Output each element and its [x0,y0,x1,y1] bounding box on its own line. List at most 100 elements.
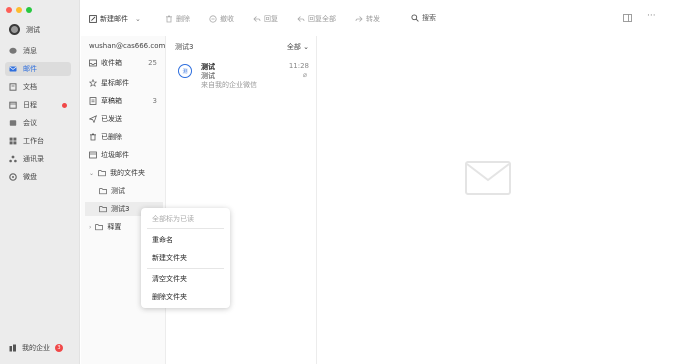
rail-item-contacts[interactable]: 通讯录 [5,152,71,166]
calendar-icon [9,101,17,109]
contacts-icon [9,155,17,163]
doc-icon [9,83,17,91]
avatar[interactable] [9,24,20,35]
menu-divider [147,228,224,229]
menu-rename[interactable]: 重命名 [152,235,173,245]
minimize-window-button[interactable] [16,7,22,13]
rail-item-meeting[interactable]: 会议 [5,116,71,130]
building-icon [9,344,16,352]
reply-label: 回复 [264,15,278,23]
search-placeholder: 搜索 [422,14,436,22]
folder-inbox[interactable]: 收件箱 25 [85,56,163,70]
window-controls [6,7,32,13]
recall-button[interactable]: 撤收 [209,14,234,24]
folder-test[interactable]: 测试 [85,184,163,198]
grid-icon [9,137,17,145]
menu-new-folder[interactable]: 新建文件夹 [152,253,187,263]
rail-item-label: 消息 [23,47,37,55]
folder-sidebar: wushan@cas666.com 收件箱 25 星标邮件 草稿箱 3 已发送 … [81,36,166,364]
menu-divider [147,268,224,269]
rail-item-label: 日程 [23,101,37,109]
zoom-window-button[interactable] [26,7,32,13]
mail-list-header: 测试3 全部 ⌄ [175,42,309,52]
menu-delete-folder[interactable]: 删除文件夹 [152,292,187,302]
recall-label: 撤收 [220,15,234,23]
folder-icon [95,224,104,231]
rail-item-label: 工作台 [23,137,44,145]
layout-toggle-icon[interactable] [623,14,632,24]
forward-button[interactable]: 转发 [355,14,380,24]
attachment-icon: ⌀ [302,71,307,79]
folder-label: 已删除 [101,133,122,141]
reading-pane [318,36,682,364]
folder-starred[interactable]: 星标邮件 [85,76,163,90]
folder-icon [99,188,107,195]
account-email: wushan@cas666.com [89,42,166,50]
chevron-down-icon[interactable]: ⌄ [89,170,94,177]
my-enterprise[interactable]: 我的企业 3 [9,343,63,353]
folder-label: 测试 [111,187,125,195]
compose-button[interactable]: 新建邮件 ⌄ [89,14,141,24]
delete-button[interactable]: 删除 [165,14,190,24]
rail-item-drive[interactable]: 微盘 [5,170,71,184]
reply-button[interactable]: 回复 [253,14,278,24]
rail-item-mail[interactable]: 邮件 [5,62,71,76]
folder-label: 释置 [107,223,122,231]
menu-mark-all-read[interactable]: 全部标为已读 [152,214,194,224]
rail-item-label: 微盘 [23,173,37,181]
reply-all-label: 回复全部 [308,15,336,23]
rail-item-label: 会议 [23,119,37,127]
reply-icon [253,16,261,22]
folder-count: 25 [148,59,157,67]
rail-item-docs[interactable]: 文档 [5,80,71,94]
folder-my-folders[interactable]: ⌄ 我的文件夹 [85,166,163,180]
profile[interactable]: 测试 [9,24,40,35]
enterprise-label: 我的企业 [22,344,50,352]
rail-item-label: 邮件 [23,65,37,73]
folder-title: 测试3 [175,43,194,51]
reply-all-icon [297,16,305,22]
mail-list-item[interactable]: 测 测试 11:28 测试 ⌀ 来自我的企业微信 [175,60,309,96]
rail-item-messages[interactable]: 消息 [5,44,71,58]
inbox-icon [89,59,97,67]
profile-name: 测试 [26,25,40,34]
calendar-notification-dot [62,103,67,108]
search-input[interactable]: 搜索 [411,12,503,24]
rail-item-workbench[interactable]: 工作台 [5,134,71,148]
folder-drafts[interactable]: 草稿箱 3 [85,94,163,108]
folder-label: 收件箱 [101,59,122,67]
app-rail: 测试 消息 邮件 文档 日程 会议 工作台 通讯录 微盘 我的企业 3 [0,0,80,364]
enterprise-badge: 3 [55,344,63,352]
more-options-icon[interactable]: ··· [647,11,656,21]
compose-icon [89,15,97,23]
folder-label: 草稿箱 [101,97,122,105]
mail-icon [9,65,17,73]
reply-all-button[interactable]: 回复全部 [297,14,336,24]
chevron-down-icon[interactable]: ⌄ [135,15,141,23]
forward-icon [355,16,363,22]
chat-icon [9,47,17,55]
recall-icon [209,15,217,23]
mail-preview: 来自我的企业微信 [201,81,257,89]
empty-mail-icon [465,161,511,195]
delete-label: 删除 [176,15,190,23]
trash-icon [90,133,96,141]
toolbar: 新建邮件 ⌄ 删除 撤收 回复 回复全部 转发 搜索 ··· [81,0,682,36]
folder-context-menu: 全部标为已读 重命名 新建文件夹 清空文件夹 删除文件夹 [141,208,230,308]
folder-label: 垃圾邮件 [101,151,129,159]
chevron-right-icon[interactable]: › [89,224,91,231]
folder-sent[interactable]: 已发送 [85,112,163,126]
filter-dropdown[interactable]: 全部 ⌄ [287,42,309,52]
forward-label: 转发 [366,15,380,23]
rail-item-label: 通讯录 [23,155,44,163]
folder-label: 测试3 [111,205,130,213]
menu-empty-folder[interactable]: 清空文件夹 [152,274,187,284]
folder-count: 3 [152,97,157,105]
draft-icon [89,97,97,105]
folder-deleted[interactable]: 已删除 [85,130,163,144]
folder-spam[interactable]: 垃圾邮件 [85,148,163,162]
filter-label: 全部 [286,43,301,51]
close-window-button[interactable] [6,7,12,13]
star-icon [89,79,97,87]
chevron-down-icon: ⌄ [300,43,309,51]
